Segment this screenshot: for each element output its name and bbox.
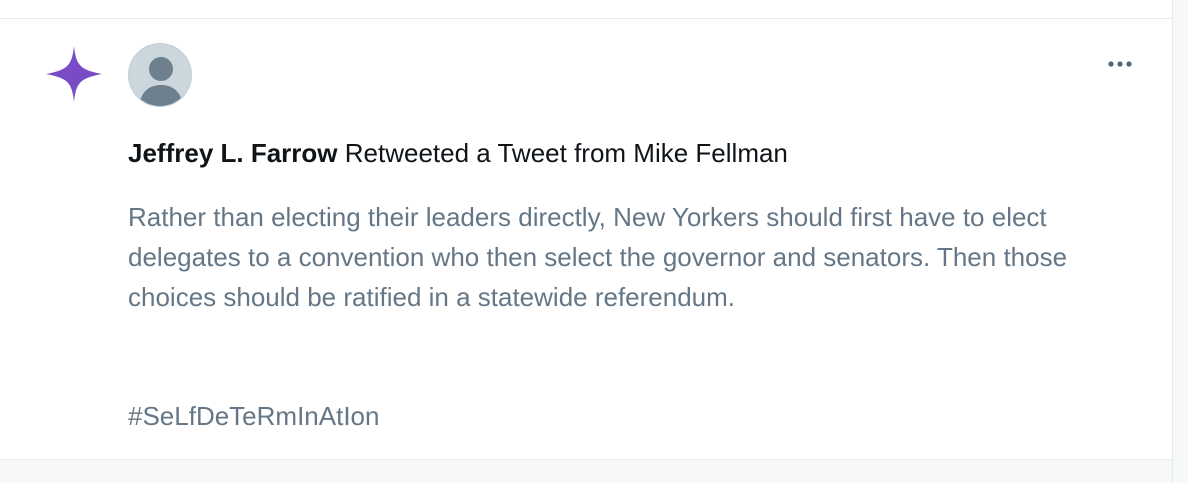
more-dots-icon xyxy=(1108,61,1132,67)
notification-action-text: Retweeted a Tweet from Mike Fellman xyxy=(344,138,788,168)
author-name-link[interactable]: Jeffrey L. Farrow xyxy=(128,138,338,168)
next-notification-card[interactable] xyxy=(0,460,1173,483)
more-options-button[interactable] xyxy=(1098,50,1142,78)
page: Jeffrey L. Farrow Retweeted a Tweet from… xyxy=(0,0,1188,483)
notification-header: Jeffrey L. Farrow Retweeted a Tweet from… xyxy=(128,136,788,170)
default-avatar-icon xyxy=(139,57,183,106)
tweet-text: Rather than electing their leaders direc… xyxy=(128,202,1068,312)
hashtag-link[interactable]: #SeLfDeTeRmInAtIon xyxy=(128,396,379,436)
avatar[interactable] xyxy=(128,43,192,107)
sparkle-icon xyxy=(46,46,102,102)
previous-notification-card[interactable] xyxy=(0,0,1173,19)
